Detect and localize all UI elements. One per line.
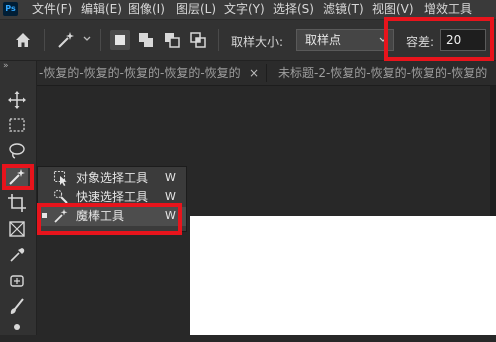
magic-wand-tool-preset-icon[interactable] — [56, 30, 76, 50]
eyedropper-tool-icon[interactable] — [6, 244, 28, 266]
menu-plugins[interactable]: 增效工具 — [424, 1, 472, 18]
magic-wand-tool-item[interactable]: 魔棒工具 W — [38, 207, 186, 226]
move-tool-icon[interactable] — [6, 89, 28, 111]
menu-type[interactable]: 文字(Y) — [224, 1, 265, 18]
document-canvas[interactable] — [190, 216, 496, 335]
menu-edit[interactable]: 编辑(E) — [81, 1, 122, 18]
sample-size-select[interactable]: 取样点 — [296, 29, 394, 51]
chevron-down-icon[interactable] — [82, 34, 92, 44]
tab-separator — [266, 64, 267, 82]
new-selection-icon — [115, 35, 125, 45]
shortcut-key: W — [165, 171, 176, 184]
magic-wand-tool-icon[interactable] — [6, 166, 28, 188]
magic-wand-icon — [54, 209, 68, 223]
home-icon[interactable] — [14, 31, 32, 49]
object-selection-tool-item[interactable]: 对象选择工具 W — [38, 169, 186, 188]
stamp-tool-icon[interactable] — [6, 320, 28, 342]
brush-tool-icon[interactable] — [6, 296, 28, 318]
intersect-selection-button[interactable] — [188, 30, 208, 50]
flyout-item-label: 魔棒工具 — [76, 209, 125, 223]
divider — [100, 29, 101, 51]
menu-layer[interactable]: 图层(L) — [176, 1, 216, 18]
document-tab-bar: -恢复的-恢复的-恢复的-恢复的-恢复的 × 未标题-2-恢复的-恢复的-恢复的… — [37, 61, 496, 86]
tolerance-label: 容差: — [406, 35, 435, 49]
rectangular-marquee-tool-icon[interactable] — [6, 114, 28, 136]
panel-edge — [490, 86, 496, 216]
menu-view[interactable]: 视图(V) — [372, 1, 414, 18]
add-to-selection-button[interactable] — [136, 30, 156, 50]
divider — [218, 29, 219, 51]
menu-filter[interactable]: 滤镜(T) — [323, 1, 364, 18]
shortcut-key: W — [165, 209, 176, 222]
menu-bar: Ps 文件(F) 编辑(E) 图像(I) 图层(L) 文字(Y) 选择(S) 滤… — [0, 0, 496, 20]
divider — [44, 29, 45, 51]
crop-tool-icon[interactable] — [6, 192, 28, 214]
add-selection-icon — [139, 33, 153, 47]
document-tab[interactable]: 未标题-2-恢复的-恢复的-恢复的-恢复的 — [278, 61, 487, 85]
active-tool-marker — [42, 213, 47, 218]
spot-healing-brush-tool-icon[interactable] — [6, 270, 28, 292]
collapse-toolbar-button[interactable]: » — [3, 61, 9, 71]
flyout-item-label: 快速选择工具 — [76, 190, 149, 204]
object-select-icon — [53, 170, 67, 186]
new-selection-button[interactable] — [110, 30, 130, 50]
tools-panel: » — [0, 61, 37, 335]
photoshop-logo[interactable]: Ps — [3, 2, 18, 16]
quick-select-icon — [53, 189, 68, 204]
menu-file[interactable]: 文件(F) — [32, 1, 72, 18]
menu-image[interactable]: 图像(I) — [128, 1, 165, 18]
menu-select[interactable]: 选择(S) — [273, 1, 314, 18]
subtract-selection-icon — [165, 33, 180, 48]
tolerance-input[interactable]: 20 — [440, 29, 486, 51]
selection-tools-flyout: 对象选择工具 W 快速选择工具 W 魔棒工具 W — [37, 166, 187, 232]
sample-size-label: 取样大小: — [231, 35, 284, 49]
frame-tool-icon[interactable] — [6, 218, 28, 240]
quick-selection-tool-item[interactable]: 快速选择工具 W — [38, 188, 186, 207]
lasso-tool-icon[interactable] — [6, 140, 28, 162]
close-tab-icon[interactable]: × — [249, 61, 259, 85]
intersect-selection-icon — [190, 32, 206, 48]
document-tab[interactable]: -恢复的-恢复的-恢复的-恢复的-恢复的 — [39, 61, 241, 85]
options-bar: 取样大小: 取样点 容差: 20 — [0, 20, 496, 61]
sample-size-value: 取样点 — [305, 33, 342, 47]
flyout-item-label: 对象选择工具 — [76, 171, 149, 185]
subtract-from-selection-button[interactable] — [162, 30, 182, 50]
shortcut-key: W — [165, 190, 176, 203]
chevron-down-icon — [379, 37, 387, 42]
